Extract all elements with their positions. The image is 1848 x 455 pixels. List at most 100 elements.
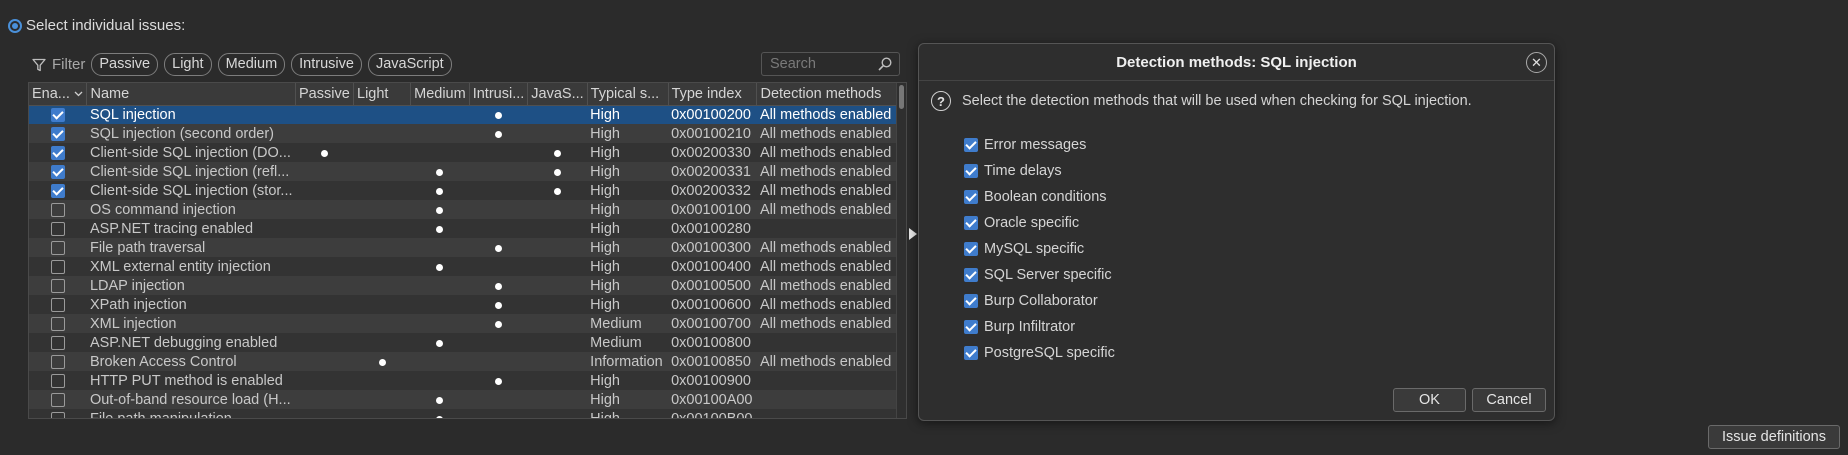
enabled-checkbox[interactable] (50, 164, 65, 179)
column-header-detection-methods[interactable]: Detection methods (756, 83, 906, 106)
column-header-intrusive[interactable]: Intrusi... (469, 83, 529, 106)
method-checkbox[interactable] (964, 268, 978, 282)
filter-chip-javascript[interactable]: JavaScript (367, 53, 452, 76)
enabled-checkbox[interactable] (50, 240, 65, 255)
enabled-checkbox[interactable] (50, 145, 65, 160)
radio-selected-icon[interactable] (8, 18, 22, 33)
method-option[interactable]: Error messages (964, 132, 1115, 158)
method-checkbox[interactable] (964, 216, 978, 230)
method-option[interactable]: MySQL specific (964, 236, 1115, 262)
filter-label[interactable]: Filter (52, 56, 85, 73)
column-header-medium[interactable]: Medium (410, 83, 470, 106)
table-row[interactable]: Client-side SQL injection (DO... High 0x00… (29, 143, 906, 162)
method-label: Error messages (984, 137, 1087, 153)
table-row[interactable]: ASP.NET debugging enabled Medium 0x0010080… (29, 333, 906, 352)
issue-definitions-button[interactable]: Issue definitions (1708, 425, 1840, 449)
filter-icon[interactable] (32, 58, 46, 72)
enabled-checkbox[interactable] (50, 278, 65, 293)
close-icon[interactable]: ✕ (1526, 52, 1547, 73)
method-checkbox[interactable] (964, 242, 978, 256)
javascript-cell (527, 124, 588, 143)
table-row[interactable]: XPath injection High 0x00100600 All methods… (29, 295, 906, 314)
method-option[interactable]: Time delays (964, 158, 1115, 184)
table-row[interactable]: SQL injection High 0x00100200 All methods e… (29, 105, 906, 124)
enabled-checkbox[interactable] (50, 373, 65, 388)
radio-label: Select individual issues: (26, 17, 186, 34)
enabled-checkbox[interactable] (50, 107, 65, 122)
enabled-cell (29, 314, 87, 333)
enabled-cell (29, 124, 87, 143)
method-option[interactable]: Burp Collaborator (964, 288, 1115, 314)
scrollbar-thumb[interactable] (899, 85, 904, 109)
enabled-checkbox[interactable] (50, 221, 65, 236)
column-header-typical-severity[interactable]: Typical s... (587, 83, 669, 106)
enabled-checkbox[interactable] (50, 316, 65, 331)
enabled-checkbox[interactable] (50, 183, 65, 198)
enabled-checkbox[interactable] (50, 354, 65, 369)
table-row[interactable]: File path manipulation High 0x00100B00 (29, 409, 906, 418)
enabled-checkbox[interactable] (50, 411, 65, 418)
column-header-javascript[interactable]: JavaS... (527, 83, 588, 106)
detection-methods-cell (756, 409, 906, 418)
detection-methods-dialog: Detection methods: SQL injection ✕ ? Sel… (918, 43, 1555, 421)
enabled-checkbox[interactable] (50, 297, 65, 312)
table-row[interactable]: ASP.NET tracing enabled High 0x00100280 (29, 219, 906, 238)
medium-dot-icon (436, 187, 444, 195)
method-checkbox[interactable] (964, 346, 978, 360)
method-checkbox[interactable] (964, 164, 978, 178)
search-icon[interactable] (877, 56, 893, 76)
search-input[interactable] (770, 56, 878, 72)
table-row[interactable]: File path traversal High 0x00100300 All met… (29, 238, 906, 257)
column-header-type-index[interactable]: Type index (668, 83, 758, 106)
method-option[interactable]: Boolean conditions (964, 184, 1115, 210)
method-option[interactable]: Oracle specific (964, 210, 1115, 236)
table-row[interactable]: LDAP injection High 0x00100500 All methods … (29, 276, 906, 295)
table-scrollbar[interactable] (896, 83, 906, 418)
column-header-passive[interactable]: Passive (295, 83, 354, 106)
column-header-enabled[interactable]: Ena... (29, 83, 88, 106)
table-row[interactable]: SQL injection (second order) High 0x001002… (29, 124, 906, 143)
enabled-checkbox[interactable] (50, 335, 65, 350)
table-row[interactable]: Client-side SQL injection (refl... High 0x… (29, 162, 906, 181)
severity-cell: High (587, 105, 669, 124)
table-row[interactable]: XML external entity injection High 0x00100… (29, 257, 906, 276)
enabled-checkbox[interactable] (50, 259, 65, 274)
filter-chip-medium[interactable]: Medium (217, 53, 286, 76)
method-option[interactable]: Burp Infiltrator (964, 314, 1115, 340)
detection-methods-cell: All methods enabled (756, 352, 906, 371)
method-option[interactable]: PostgreSQL specific (964, 340, 1115, 366)
method-checkbox[interactable] (964, 294, 978, 308)
filter-chip-intrusive[interactable]: Intrusive (291, 53, 362, 76)
table-row[interactable]: XML injection Medium 0x00100700 All methods… (29, 314, 906, 333)
medium-dot-icon (436, 415, 444, 418)
column-header-name[interactable]: Name (86, 83, 297, 106)
intrusive-dot-icon (494, 111, 502, 119)
method-checkbox[interactable] (964, 138, 978, 152)
column-header-light[interactable]: Light (353, 83, 412, 106)
passive-cell (295, 200, 354, 219)
method-checkbox[interactable] (964, 320, 978, 334)
table-row[interactable]: Broken Access Control Information 0x001008… (29, 352, 906, 371)
table-row[interactable]: Client-side SQL injection (stor... High 0x… (29, 181, 906, 200)
enabled-checkbox[interactable] (50, 392, 65, 407)
cancel-button[interactable]: Cancel (1472, 388, 1546, 412)
table-row[interactable]: Out-of-band resource load (H... High 0x001… (29, 390, 906, 409)
enabled-checkbox[interactable] (50, 126, 65, 141)
table-row[interactable]: OS command injection High 0x00100100 All me… (29, 200, 906, 219)
filter-chip-light[interactable]: Light (164, 53, 212, 76)
passive-cell (295, 409, 354, 418)
enabled-checkbox[interactable] (50, 202, 65, 217)
expand-arrow-icon[interactable] (909, 228, 917, 240)
select-individual-issues-radio[interactable]: Select individual issues: (8, 17, 185, 34)
table-row[interactable]: HTTP PUT method is enabled High 0x00100900 (29, 371, 906, 390)
ok-button[interactable]: OK (1393, 388, 1466, 412)
method-checkbox[interactable] (964, 190, 978, 204)
javascript-cell (527, 276, 588, 295)
type-index-cell: 0x00200331 (668, 162, 757, 181)
light-cell (353, 162, 411, 181)
medium-cell (410, 162, 470, 181)
javascript-cell (527, 390, 588, 409)
method-option[interactable]: SQL Server specific (964, 262, 1115, 288)
medium-cell (410, 409, 470, 418)
filter-chip-passive[interactable]: Passive (91, 53, 159, 76)
